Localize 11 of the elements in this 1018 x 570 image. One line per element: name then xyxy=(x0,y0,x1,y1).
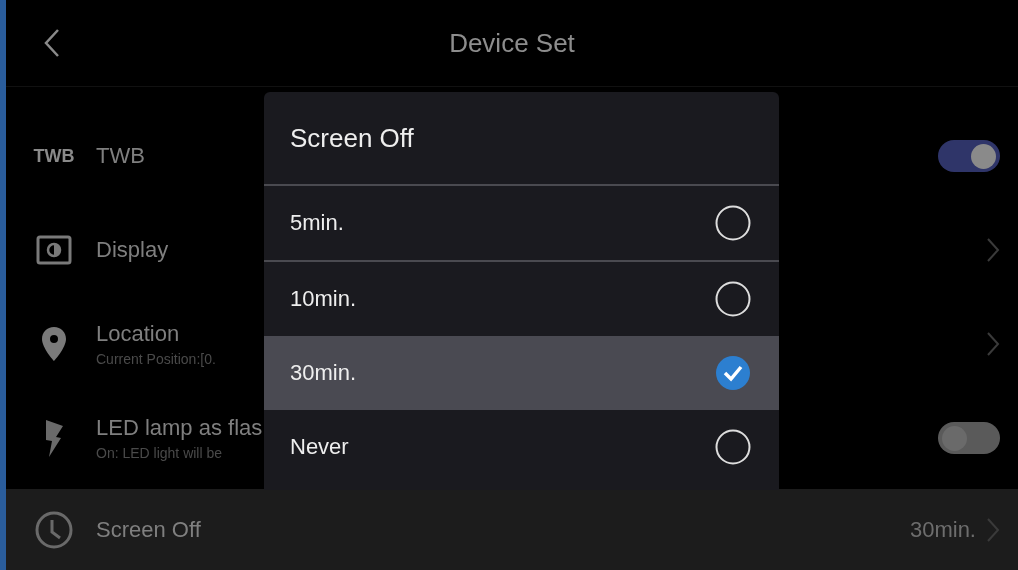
setting-value: 30min. xyxy=(909,517,976,543)
setting-description: On: LED light will be xyxy=(96,445,223,461)
twb-icon: TWB xyxy=(33,145,75,167)
setting-label: Screen Off xyxy=(96,517,201,543)
screen-title: Device Set xyxy=(449,27,575,59)
setting-label: LED lamp as flas xyxy=(96,415,263,441)
setting-label: TWB xyxy=(96,143,145,169)
setting-label: Display xyxy=(96,237,169,263)
dialog-title: Screen Off xyxy=(290,122,414,154)
setting-description: Current Position:[0. xyxy=(96,351,216,367)
setting-label: Location xyxy=(96,321,180,347)
